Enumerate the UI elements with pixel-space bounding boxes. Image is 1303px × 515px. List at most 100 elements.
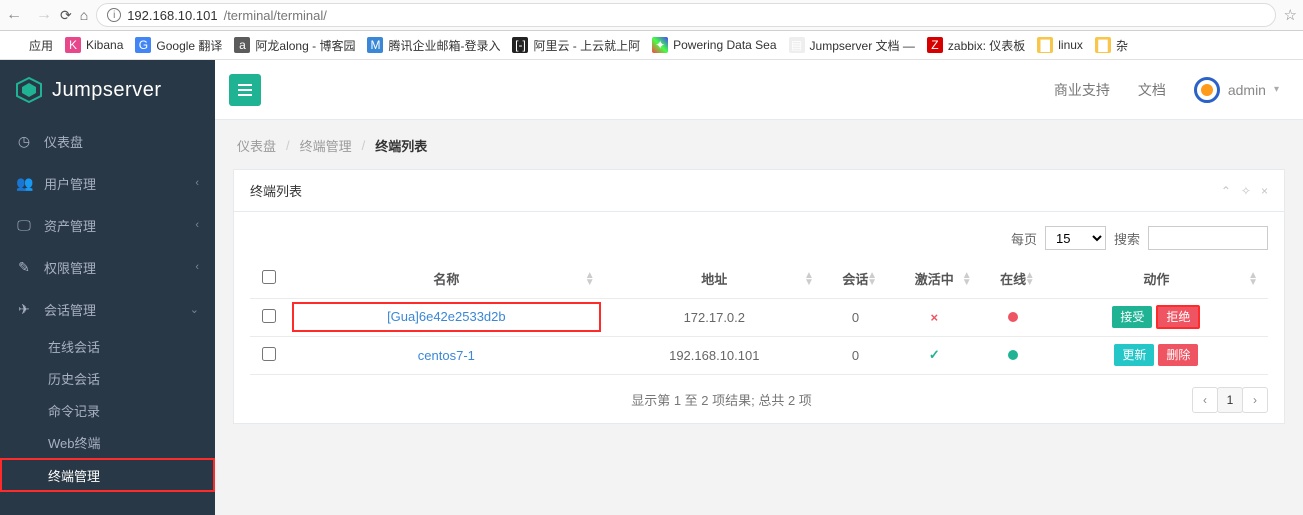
delete-button[interactable]: 删除: [1158, 344, 1198, 366]
panel-title: 终端列表: [250, 181, 302, 200]
bookmark-bar: ⠿应用 KKibana GGoogle 翻译 a阿龙along - 博客园 M腾…: [0, 31, 1303, 60]
sidebar-sub-online[interactable]: 在线会话: [0, 330, 215, 362]
reload-icon[interactable]: ⟳: [60, 7, 72, 24]
sidebar-sub-terminal-mgmt[interactable]: 终端管理: [0, 458, 215, 492]
aliyun-icon: [-]: [512, 37, 528, 53]
sidebar-item-users[interactable]: 👥用户管理‹: [0, 162, 215, 204]
bc-dashboard[interactable]: 仪表盘: [237, 136, 276, 155]
dashboard-icon: ◷: [16, 133, 32, 150]
bookmark-google-translate[interactable]: GGoogle 翻译: [135, 37, 222, 54]
sidebar: Jumpserver ◷仪表盘 👥用户管理‹ 🖵资产管理‹ ✎权限管理‹ ✈会话…: [0, 60, 215, 515]
bookmark-jumpserver-docs[interactable]: ▤Jumpserver 文档 —: [789, 37, 915, 54]
browser-nav-bar: ← → ⟳ ⌂ i 192.168.10.101/terminal/termin…: [0, 0, 1303, 31]
bc-current: 终端列表: [375, 136, 427, 155]
terminal-list-panel: 终端列表 ⌃ ✧ × 每页 15 搜索 名称▲▼: [233, 169, 1285, 424]
pagination: ‹ 1 ›: [1193, 387, 1268, 413]
topbar: 商业支持 文档 admin ▾: [215, 60, 1303, 120]
terminal-addr: 192.168.10.101: [605, 336, 824, 374]
offline-dot-icon: [1008, 312, 1018, 322]
result-info: 显示第 1 至 2 项结果; 总共 2 项: [250, 390, 1193, 409]
row-checkbox[interactable]: [262, 309, 276, 323]
close-icon[interactable]: ×: [1261, 184, 1268, 198]
bookmark-misc[interactable]: ▇杂: [1095, 37, 1128, 54]
sort-icon[interactable]: ▲▼: [867, 272, 877, 286]
folder-icon: ▇: [1095, 37, 1111, 53]
update-button[interactable]: 更新: [1114, 344, 1154, 366]
apps-button[interactable]: ⠿应用: [8, 37, 53, 54]
sort-icon[interactable]: ▲▼: [804, 272, 814, 286]
page-next[interactable]: ›: [1242, 387, 1268, 413]
folder-icon: ▇: [1037, 37, 1053, 53]
terminal-sessions: 0: [824, 336, 887, 374]
chevron-left-icon: ‹: [195, 261, 199, 273]
terminal-sessions: 0: [824, 298, 887, 336]
brand-text: Jumpserver: [52, 79, 161, 102]
avatar-icon: [1194, 77, 1220, 103]
per-page-select[interactable]: 15: [1045, 226, 1106, 250]
search-input[interactable]: [1148, 226, 1268, 250]
chevron-down-icon: ⌄: [190, 303, 199, 316]
site-info-icon[interactable]: i: [107, 8, 121, 22]
bookmark-kibana[interactable]: KKibana: [65, 37, 123, 53]
collapse-icon[interactable]: ⌃: [1221, 184, 1231, 198]
sidebar-item-perms[interactable]: ✎权限管理‹: [0, 246, 215, 288]
chevron-left-icon: ‹: [195, 177, 199, 189]
select-all-checkbox[interactable]: [262, 270, 276, 284]
sort-icon[interactable]: ▲▼: [585, 272, 595, 286]
url-bar[interactable]: i 192.168.10.101/terminal/terminal/: [96, 3, 1275, 27]
powering-icon: ✦: [652, 37, 668, 53]
chevron-left-icon: ‹: [195, 219, 199, 231]
accept-button[interactable]: 接受: [1112, 306, 1152, 328]
bookmark-aliyun[interactable]: [-]阿里云 - 上云就上阿: [512, 37, 640, 54]
search-label: 搜索: [1114, 229, 1140, 248]
bookmark-star-icon[interactable]: ☆: [1284, 6, 1297, 24]
users-icon: 👥: [16, 175, 32, 192]
terminal-addr: 172.17.0.2: [605, 298, 824, 336]
bookmark-qqmail[interactable]: M腾讯企业邮箱-登录入: [367, 37, 500, 54]
col-addr: 地址▲▼: [605, 260, 824, 298]
sidebar-sub-webterm[interactable]: Web终端: [0, 426, 215, 458]
bc-terminal-mgmt[interactable]: 终端管理: [300, 136, 352, 155]
sidebar-sub-commands[interactable]: 命令记录: [0, 394, 215, 426]
back-icon[interactable]: ←: [6, 6, 22, 24]
active-icon: ✓: [929, 347, 940, 362]
google-icon: G: [135, 37, 151, 53]
sessions-icon: ✈: [16, 301, 32, 318]
terminal-name-link[interactable]: centos7-1: [418, 348, 475, 363]
settings-icon[interactable]: ✧: [1241, 184, 1251, 198]
logo[interactable]: Jumpserver: [0, 60, 215, 120]
home-icon[interactable]: ⌂: [80, 7, 88, 23]
bookmark-zabbix[interactable]: Zzabbix: 仪表板: [927, 37, 1025, 54]
bookmark-powering[interactable]: ✦Powering Data Sea: [652, 37, 776, 53]
kibana-icon: K: [65, 37, 81, 53]
breadcrumb: 仪表盘/ 终端管理/ 终端列表: [215, 120, 1303, 169]
docs-link[interactable]: 文档: [1138, 80, 1166, 100]
reject-button[interactable]: 拒绝: [1156, 305, 1200, 329]
apps-grid-icon: ⠿: [8, 37, 24, 53]
support-link[interactable]: 商业支持: [1054, 80, 1110, 100]
page-prev[interactable]: ‹: [1192, 387, 1218, 413]
sidebar-item-assets[interactable]: 🖵资产管理‹: [0, 204, 215, 246]
sidebar-sub-history[interactable]: 历史会话: [0, 362, 215, 394]
zabbix-icon: Z: [927, 37, 943, 53]
sidebar-toggle-button[interactable]: [229, 74, 261, 106]
sidebar-item-sessions[interactable]: ✈会话管理⌄: [0, 288, 215, 330]
col-activating: 激活中▲▼: [887, 260, 982, 298]
user-menu[interactable]: admin ▾: [1194, 77, 1279, 103]
page-1[interactable]: 1: [1217, 387, 1243, 413]
chevron-down-icon: ▾: [1274, 84, 1279, 95]
row-checkbox[interactable]: [262, 347, 276, 361]
perms-icon: ✎: [16, 259, 32, 276]
bookmark-cnblogs[interactable]: a阿龙along - 博客园: [234, 37, 355, 54]
sidebar-item-dashboard[interactable]: ◷仪表盘: [0, 120, 215, 162]
sort-icon[interactable]: ▲▼: [1025, 272, 1035, 286]
sort-icon[interactable]: ▲▼: [1248, 272, 1258, 286]
js-doc-icon: ▤: [789, 37, 805, 53]
sort-icon[interactable]: ▲▼: [962, 272, 972, 286]
table-controls: 每页 15 搜索: [250, 226, 1268, 250]
table-row: centos7-1 192.168.10.101 0 ✓ 更新删除: [250, 336, 1268, 374]
terminal-name-link[interactable]: [Gua]6e42e2533d2b: [292, 302, 601, 332]
forward-icon[interactable]: →: [36, 6, 52, 24]
username: admin: [1228, 82, 1266, 98]
bookmark-linux[interactable]: ▇linux: [1037, 37, 1083, 53]
